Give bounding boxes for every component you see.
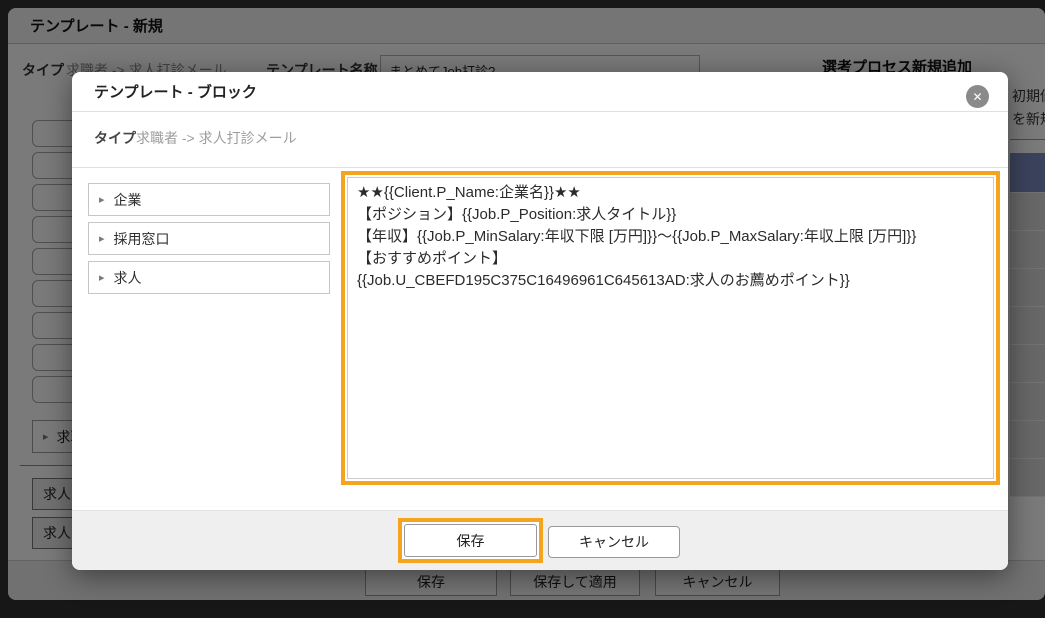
modal-footer: 保存 キャンセル (72, 510, 1008, 570)
close-icon: ✕ (972, 90, 982, 104)
close-button[interactable]: ✕ (966, 85, 989, 108)
cancel-button[interactable]: キャンセル (548, 526, 680, 558)
modal-type-label: タイプ (94, 128, 136, 148)
sidebar-item-label: 採用窓口 (114, 229, 170, 249)
save-button[interactable]: 保存 (404, 524, 537, 557)
expand-icon: ▸ (99, 271, 105, 284)
modal-title: テンプレート - ブロック (94, 81, 257, 102)
expand-icon: ▸ (99, 193, 105, 206)
modal-header: テンプレート - ブロック ✕ (72, 72, 1008, 112)
sidebar-item-company[interactable]: ▸ 企業 (88, 183, 330, 216)
variable-category-sidebar: ▸ 企業 ▸ 採用窓口 ▸ 求人 (88, 183, 330, 300)
modal-type-value: 求職者 -> 求人打診メール (136, 128, 297, 148)
editor-highlight-frame: ★★{{Client.P_Name:企業名}}★★ 【ポジション】{{Job.P… (341, 171, 1000, 485)
template-block-dialog: テンプレート - ブロック ✕ タイプ 求職者 -> 求人打診メール ▸ 企業 … (72, 72, 1008, 570)
save-highlight-frame: 保存 (398, 518, 543, 563)
sidebar-item-label: 求人 (114, 268, 142, 288)
template-body-textarea[interactable]: ★★{{Client.P_Name:企業名}}★★ 【ポジション】{{Job.P… (347, 177, 994, 479)
expand-icon: ▸ (99, 232, 105, 245)
sidebar-item-job[interactable]: ▸ 求人 (88, 261, 330, 294)
modal-type-divider (72, 167, 1008, 168)
screen: { "colors": { "accent_orange": "#F5A41F"… (0, 0, 1045, 618)
sidebar-item-recruiting-contact[interactable]: ▸ 採用窓口 (88, 222, 330, 255)
sidebar-item-label: 企業 (114, 190, 142, 210)
